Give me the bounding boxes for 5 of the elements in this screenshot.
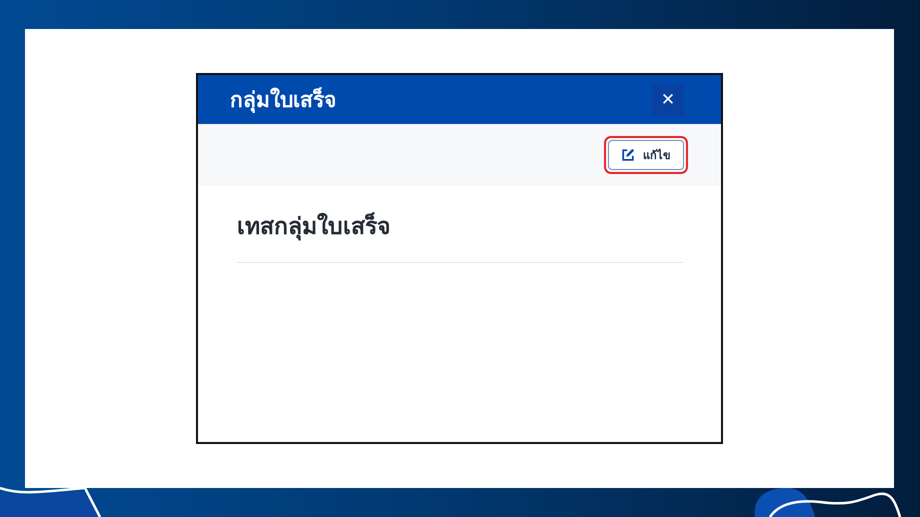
close-button[interactable]: ✕ [652, 84, 684, 116]
edit-button[interactable]: แก้ไข [608, 140, 684, 170]
group-name-heading: เทสกลุ่มใบเสร็จ [237, 211, 391, 242]
edit-icon [621, 148, 635, 162]
dialog-title: กลุ่มใบเสร็จ [230, 86, 336, 115]
